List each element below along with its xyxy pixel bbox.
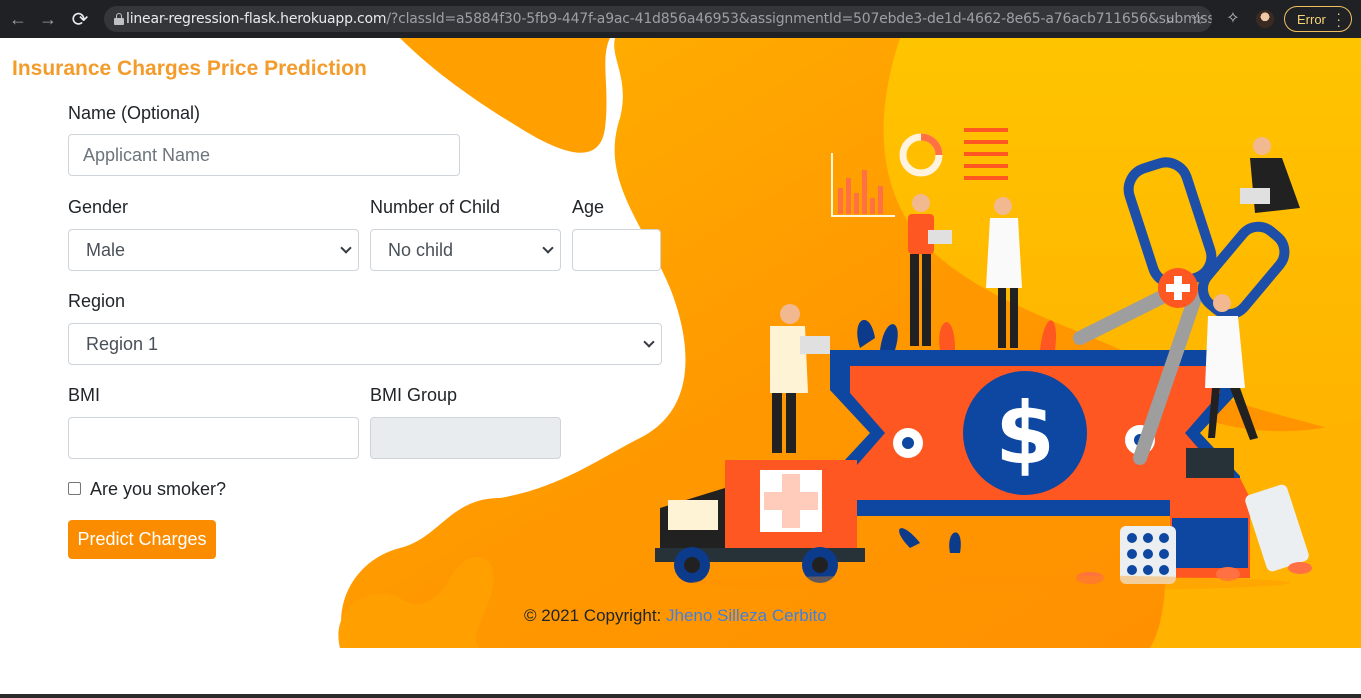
extensions-puzzle-icon[interactable]: ✧ (1224, 10, 1242, 28)
back-icon[interactable]: ← (2, 0, 34, 38)
age-input[interactable] (572, 229, 661, 271)
browser-toolbar: ← → ⟳ linear-regression-flask.herokuapp.… (0, 0, 1361, 38)
chevron-down-icon (643, 336, 655, 348)
region-selected-value: Region 1 (86, 333, 159, 354)
gender-label: Gender (68, 197, 129, 217)
copyright-prefix: © 2021 Copyright: (524, 606, 666, 625)
address-bar[interactable]: linear-regression-flask.herokuapp.com/?c… (104, 6, 1212, 32)
region-select[interactable]: Region 1 (68, 323, 662, 365)
zoom-icon[interactable]: ⌕ (1166, 11, 1174, 28)
region-label: Region (68, 291, 126, 311)
page-bottom-whitespace (0, 648, 1361, 698)
gender-select[interactable]: Male (68, 229, 359, 271)
children-selected-value: No child (388, 239, 454, 260)
forward-icon[interactable]: → (32, 0, 64, 38)
chevron-down-icon (340, 242, 352, 254)
taskbar-edge (0, 694, 1361, 698)
gender-selected-value: Male (86, 239, 126, 260)
chevron-down-icon (542, 242, 554, 254)
profile-avatar[interactable] (1256, 10, 1274, 28)
more-menu-icon[interactable]: · · · (1336, 6, 1341, 32)
bmi-input[interactable] (68, 417, 359, 459)
bmi-label: BMI (68, 385, 101, 405)
page-title: Insurance Charges Price Prediction (12, 57, 367, 80)
bmi-group-label: BMI Group (370, 385, 458, 405)
author-link[interactable]: Jheno Silleza Cerbito (666, 606, 827, 625)
name-label: Name (Optional) (68, 103, 201, 123)
copyright-text: © 2021 Copyright: Jheno Silleza Cerbito (524, 606, 827, 626)
predict-charges-button[interactable]: Predict Charges (68, 520, 216, 559)
bmi-group-field (370, 417, 561, 459)
children-select[interactable]: No child (370, 229, 561, 271)
smoker-checkbox[interactable] (68, 482, 81, 495)
smoker-label[interactable]: Are you smoker? (90, 479, 226, 500)
reload-icon[interactable]: ⟳ (64, 0, 96, 38)
age-label: Age (572, 197, 605, 217)
children-label: Number of Child (370, 197, 501, 217)
browser-error-button[interactable]: Error · · · (1284, 6, 1352, 32)
bookmark-star-icon[interactable]: ☆ (1191, 10, 1204, 28)
applicant-name-input[interactable] (68, 134, 460, 176)
svg-text:$: $ (995, 384, 1055, 484)
page-body: $ Insurance Charges Price Prediction Nam… (0, 38, 1361, 648)
url-text: linear-regression-flask.herokuapp.com/?c… (126, 11, 1212, 27)
